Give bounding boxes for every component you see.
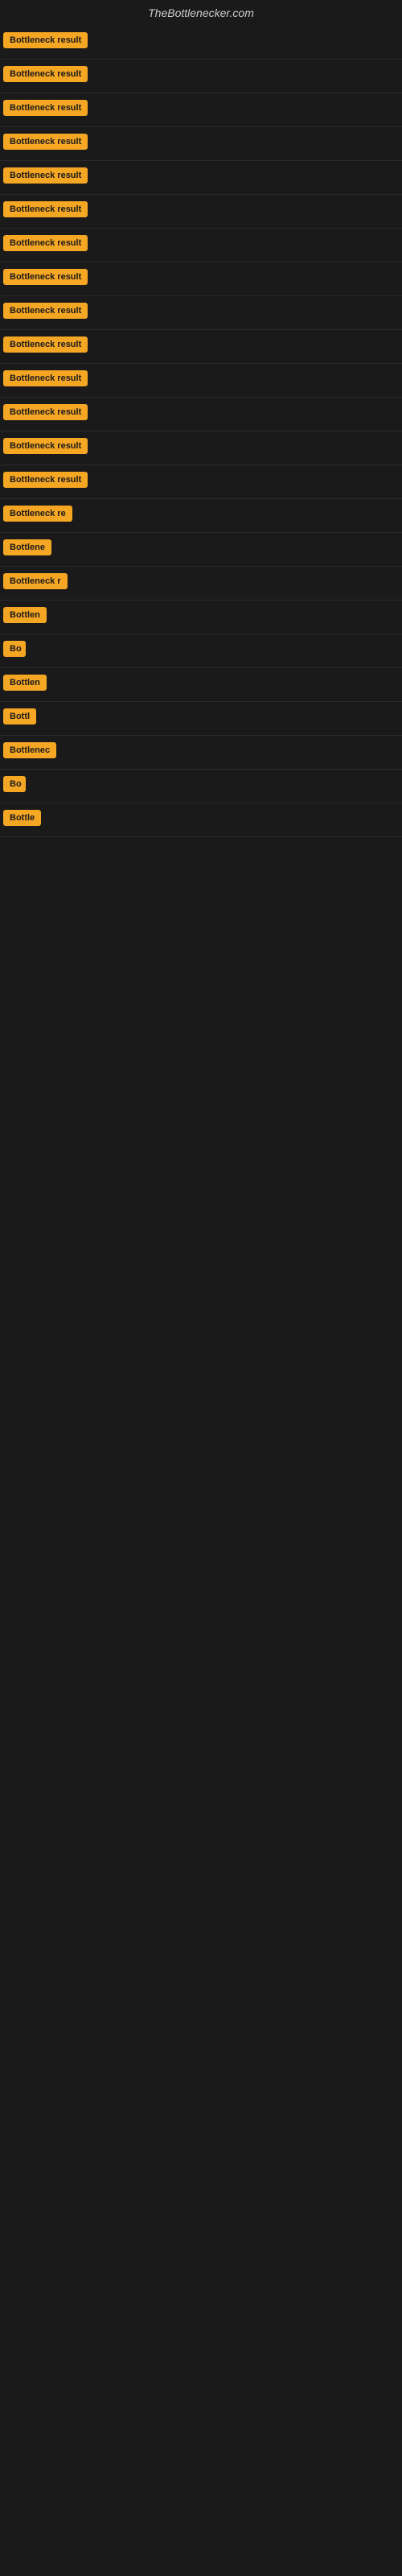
bottleneck-badge-5[interactable]: Bottleneck result [3,167,88,184]
bottleneck-badge-12[interactable]: Bottleneck result [3,404,88,420]
result-row-23[interactable]: Bo [0,770,402,803]
result-row-17[interactable]: Bottleneck r [0,567,402,601]
result-row-5[interactable]: Bottleneck result [0,161,402,195]
result-row-22[interactable]: Bottlenec [0,736,402,770]
result-row-3[interactable]: Bottleneck result [0,93,402,127]
bottleneck-badge-13[interactable]: Bottleneck result [3,438,88,454]
bottleneck-badge-3[interactable]: Bottleneck result [3,100,88,116]
result-row-6[interactable]: Bottleneck result [0,195,402,229]
bottleneck-badge-7[interactable]: Bottleneck result [3,235,88,251]
result-row-11[interactable]: Bottleneck result [0,364,402,398]
result-row-19[interactable]: Bo [0,634,402,668]
bottleneck-badge-23[interactable]: Bo [3,776,26,792]
result-row-9[interactable]: Bottleneck result [0,296,402,330]
result-row-2[interactable]: Bottleneck result [0,60,402,93]
bottleneck-badge-21[interactable]: Bottl [3,708,36,724]
bottleneck-badge-17[interactable]: Bottleneck r [3,573,68,589]
result-row-14[interactable]: Bottleneck result [0,465,402,499]
bottleneck-badge-10[interactable]: Bottleneck result [3,336,88,353]
bottleneck-badge-4[interactable]: Bottleneck result [3,134,88,150]
bottleneck-badge-6[interactable]: Bottleneck result [3,201,88,217]
bottleneck-badge-18[interactable]: Bottlen [3,607,47,623]
bottleneck-badge-19[interactable]: Bo [3,641,26,657]
result-row-16[interactable]: Bottlene [0,533,402,567]
bottleneck-badge-15[interactable]: Bottleneck re [3,506,72,522]
result-row-1[interactable]: Bottleneck result [0,26,402,60]
bottleneck-badge-20[interactable]: Bottlen [3,675,47,691]
bottleneck-badge-14[interactable]: Bottleneck result [3,472,88,488]
result-row-12[interactable]: Bottleneck result [0,398,402,431]
bottleneck-badge-16[interactable]: Bottlene [3,539,51,555]
bottleneck-badge-24[interactable]: Bottle [3,810,41,826]
bottleneck-badge-22[interactable]: Bottlenec [3,742,56,758]
result-row-24[interactable]: Bottle [0,803,402,837]
result-row-10[interactable]: Bottleneck result [0,330,402,364]
bottleneck-badge-1[interactable]: Bottleneck result [3,32,88,48]
result-row-21[interactable]: Bottl [0,702,402,736]
site-title: TheBottlenecker.com [0,0,402,26]
result-row-8[interactable]: Bottleneck result [0,262,402,296]
bottleneck-badge-9[interactable]: Bottleneck result [3,303,88,319]
result-row-7[interactable]: Bottleneck result [0,229,402,262]
bottleneck-badge-2[interactable]: Bottleneck result [3,66,88,82]
result-row-4[interactable]: Bottleneck result [0,127,402,161]
page-container: TheBottlenecker.com Bottleneck resultBot… [0,0,402,837]
bottleneck-badge-8[interactable]: Bottleneck result [3,269,88,285]
result-row-20[interactable]: Bottlen [0,668,402,702]
result-row-13[interactable]: Bottleneck result [0,431,402,465]
bottleneck-badge-11[interactable]: Bottleneck result [3,370,88,386]
results-list: Bottleneck result Bottleneck result Bottle… [0,26,402,837]
result-row-18[interactable]: Bottlen [0,601,402,634]
result-row-15[interactable]: Bottleneck re [0,499,402,533]
